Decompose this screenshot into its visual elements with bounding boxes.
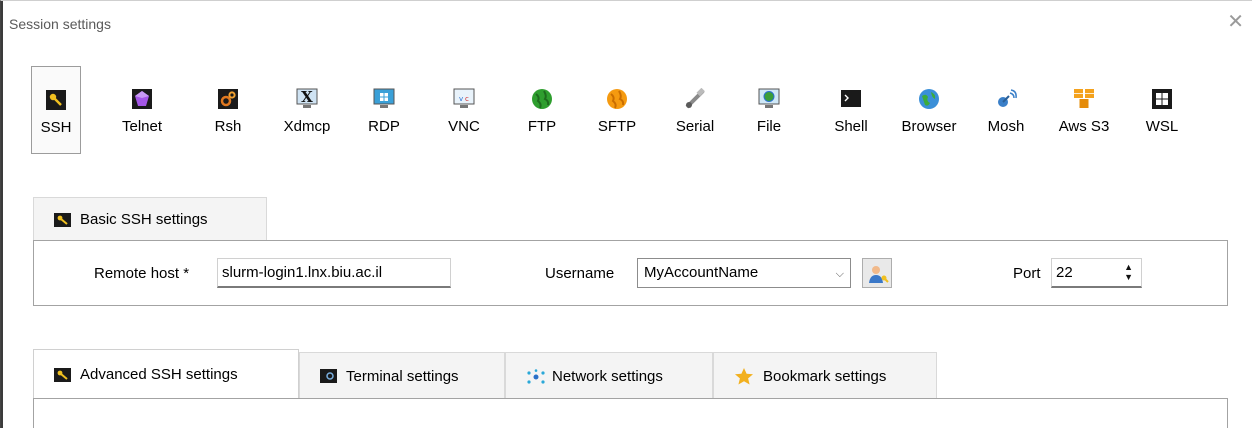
session-type-rdp[interactable]: RDP	[359, 66, 409, 154]
terminal-gear-icon	[320, 369, 337, 383]
port-label: Port	[1013, 265, 1041, 282]
purple-gem-icon	[131, 88, 153, 110]
session-type-file[interactable]: File	[744, 66, 794, 154]
basic-settings-panel: Remote host * slurm-login1.lnx.biu.ac.il…	[33, 240, 1228, 306]
session-type-toolbar: SSH Telnet Rsh X Xdmcp RDP v c VNC FTP S…	[31, 66, 1211, 154]
tab-label: Advanced SSH settings	[80, 366, 238, 383]
x-monitor-icon: X	[296, 88, 318, 110]
session-type-ftp[interactable]: FTP	[517, 66, 567, 154]
session-settings-dialog: Session settings ✕ SSH Telnet Rsh X Xdmc…	[0, 0, 1252, 428]
session-type-label: Rsh	[214, 118, 242, 135]
port-spinner[interactable]: 22 ▲ ▼	[1051, 258, 1142, 288]
network-star-icon	[526, 369, 545, 384]
star-icon	[734, 367, 754, 385]
session-type-sftp[interactable]: SFTP	[592, 66, 642, 154]
remote-host-input[interactable]: slurm-login1.lnx.biu.ac.il	[217, 258, 451, 288]
port-value: 22	[1056, 264, 1073, 281]
svg-text:v: v	[459, 95, 463, 103]
username-label: Username	[545, 265, 615, 282]
session-type-mosh[interactable]: Mosh	[981, 66, 1031, 154]
left-border	[1, 1, 3, 428]
terminal-icon	[840, 88, 862, 110]
spin-arrows-icon[interactable]: ▲ ▼	[1124, 262, 1133, 282]
user-manager-button[interactable]	[862, 258, 892, 288]
session-type-label: Telnet	[121, 118, 163, 135]
tab-advanced-ssh-settings[interactable]: Advanced SSH settings	[33, 349, 299, 399]
key-icon	[45, 89, 67, 111]
key-icon	[54, 212, 71, 227]
session-type-label: File	[756, 118, 782, 135]
session-type-label: VNC	[448, 118, 480, 135]
session-type-rsh[interactable]: Rsh	[203, 66, 253, 154]
antenna-icon	[995, 88, 1017, 110]
session-type-label: Xdmcp	[283, 118, 331, 135]
orange-globe-icon	[606, 88, 628, 110]
windows-tile-icon	[1151, 88, 1173, 110]
session-type-wsl[interactable]: WSL	[1137, 66, 1187, 154]
session-type-telnet[interactable]: Telnet	[117, 66, 167, 154]
session-type-browser[interactable]: Browser	[894, 66, 964, 154]
session-type-label: SSH	[40, 119, 72, 136]
session-type-label: FTP	[527, 118, 557, 135]
tab-basic-ssh-settings[interactable]: Basic SSH settings	[33, 197, 267, 241]
username-combobox[interactable]: MyAccountName ⌵	[637, 258, 851, 288]
aws-cubes-icon	[1073, 88, 1095, 110]
session-type-ssh[interactable]: SSH	[31, 66, 81, 154]
session-type-label: Shell	[834, 118, 868, 135]
earth-icon	[918, 88, 940, 110]
dialog-title: Session settings	[9, 16, 111, 32]
session-type-label: Serial	[675, 118, 715, 135]
session-type-vnc[interactable]: vc VNC	[439, 66, 489, 154]
key-icon	[54, 367, 71, 382]
tab-label: Terminal settings	[346, 367, 459, 385]
session-type-xdmcp[interactable]: X Xdmcp	[277, 66, 337, 154]
session-type-aws-s3[interactable]: Aws S3	[1051, 66, 1117, 154]
session-type-label: SFTP	[597, 118, 637, 135]
advanced-settings-panel	[33, 398, 1228, 428]
session-type-label: Browser	[901, 118, 957, 135]
user-key-icon	[867, 263, 889, 289]
session-type-shell[interactable]: Shell	[826, 66, 876, 154]
session-type-label: Mosh	[987, 118, 1025, 135]
gears-icon	[217, 88, 239, 110]
file-monitor-icon	[758, 88, 780, 110]
windows-monitor-icon	[373, 88, 395, 110]
vnc-monitor-icon: vc	[453, 88, 475, 110]
session-type-label: Aws S3	[1058, 118, 1110, 135]
session-type-serial[interactable]: Serial	[670, 66, 720, 154]
close-icon[interactable]: ✕	[1227, 11, 1244, 31]
session-type-label: WSL	[1145, 118, 1179, 135]
satellite-icon	[684, 87, 706, 110]
username-value: MyAccountName	[644, 264, 759, 281]
tab-network-settings[interactable]: Network settings	[505, 352, 713, 399]
tab-label: Basic SSH settings	[80, 211, 208, 228]
session-type-label: RDP	[368, 118, 400, 135]
remote-host-label: Remote host *	[94, 265, 190, 282]
svg-text:c: c	[465, 95, 469, 103]
tab-label: Network settings	[552, 367, 663, 385]
chevron-down-icon[interactable]: ⌵	[836, 265, 844, 283]
tab-terminal-settings[interactable]: Terminal settings	[299, 352, 505, 399]
tab-label: Bookmark settings	[763, 367, 887, 385]
green-globe-icon	[531, 88, 553, 110]
svg-text:X: X	[301, 88, 313, 106]
tab-bookmark-settings[interactable]: Bookmark settings	[713, 352, 937, 399]
